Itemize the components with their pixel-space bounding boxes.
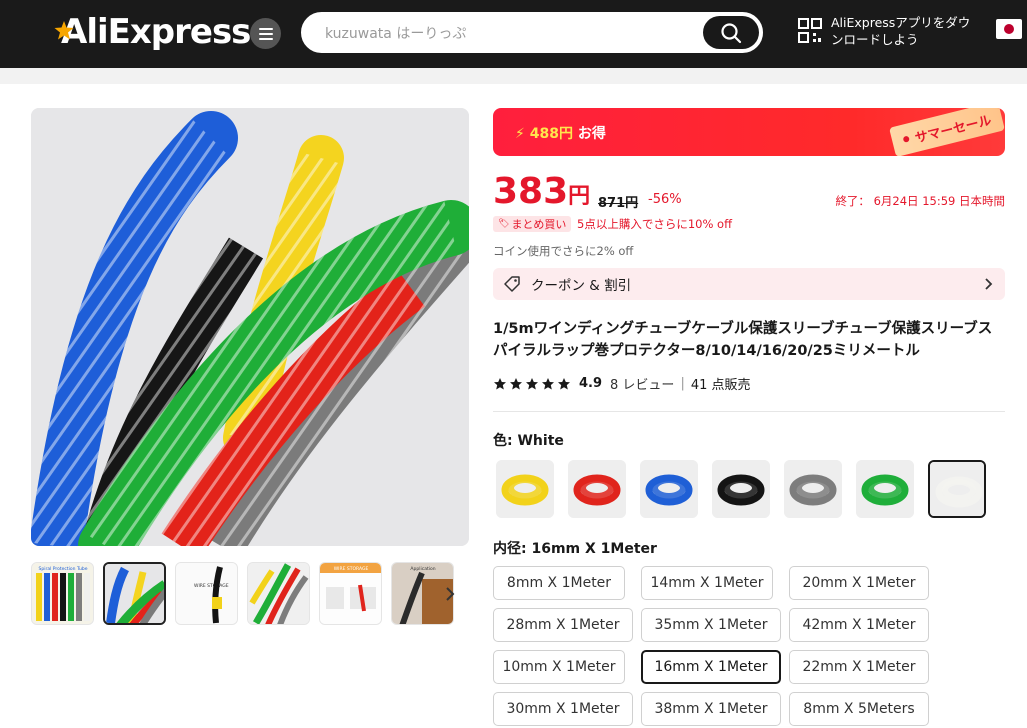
chevron-right-icon[interactable] (444, 586, 456, 602)
size-option-button[interactable]: 8mm X 1Meter (493, 566, 625, 600)
search-icon (721, 22, 742, 43)
size-option-button[interactable]: 35mm X 1Meter (641, 608, 781, 642)
star-icon (558, 377, 570, 389)
thumbnail-5[interactable]: WIRE STORAGE (319, 562, 382, 625)
color-swatch-red[interactable] (568, 460, 626, 518)
summer-sale-tag: サマーセール (889, 108, 1005, 156)
coupon-tag-icon (504, 276, 520, 292)
top-header: AliExpress AliExpressアプリをダウンロードしよう (0, 0, 1027, 68)
bulk-discount-text: 5点以上購入でさらに10% off (577, 217, 732, 231)
section-divider (493, 411, 1005, 412)
tag-icon: 🏷 (498, 219, 510, 229)
spiral-tubes-image (31, 108, 469, 546)
original-price: 871円 (598, 196, 639, 211)
lightning-icon: ⚡ (515, 126, 525, 142)
rating-score: 4.9 (579, 376, 603, 391)
color-swatch-black[interactable] (712, 460, 770, 518)
size-option-button[interactable]: 30mm X 1Meter (493, 692, 633, 726)
menu-button[interactable] (250, 18, 281, 49)
app-download-promo[interactable]: AliExpressアプリをダウンロードしよう (798, 14, 981, 48)
search-button[interactable] (703, 16, 759, 49)
color-swatch-yellow[interactable] (496, 460, 554, 518)
sale-savings: ⚡ 488円 お得 (515, 126, 606, 142)
review-count[interactable]: 8 レビュー (610, 374, 674, 393)
thumb-caption: WIRE STORAGE (194, 583, 229, 589)
star-icon (526, 377, 538, 389)
size-option-button[interactable]: 16mm X 1Meter (641, 650, 781, 684)
size-option-button[interactable]: 28mm X 1Meter (493, 608, 633, 642)
star-icon (542, 377, 554, 389)
size-option-button[interactable]: 42mm X 1Meter (789, 608, 929, 642)
color-swatch-green[interactable] (856, 460, 914, 518)
star-icon (494, 377, 506, 389)
size-option-button[interactable]: 38mm X 1Meter (641, 692, 781, 726)
sale-end-time: 終了： 6月24日 15:59 日本時間 (835, 194, 1005, 208)
coin-discount-text: コイン使用でさらに2% off (493, 244, 634, 258)
discount-percent: -56% (648, 192, 682, 207)
japan-flag-icon[interactable] (996, 19, 1022, 39)
header-subbar (0, 68, 1027, 84)
app-promo-text: AliExpressアプリをダウンロードしよう (831, 15, 971, 47)
main-product-image[interactable] (31, 108, 469, 546)
coupon-label: クーポン & 割引 (531, 278, 632, 294)
aliexpress-logo[interactable]: AliExpress (53, 12, 251, 52)
color-label: 色: White (493, 433, 564, 449)
thumbnail-1[interactable]: Spiral Protection Tube (31, 562, 94, 625)
coupon-row[interactable]: クーポン & 割引 (493, 268, 1005, 300)
thumbnail-strip: Spiral Protection Tube WIRE STORAGE WIRE (31, 562, 469, 626)
thumb-caption: Spiral Protection Tube (39, 566, 88, 572)
selected-color: White (517, 433, 564, 449)
product-title: 1/5mワインディングチューブケーブル保護スリーブチューブ保護スリーブスパイラル… (493, 321, 993, 359)
size-label: 内径: 16mm X 1Meter (493, 541, 657, 557)
color-swatch-gray[interactable] (784, 460, 842, 518)
current-price: 383円 (493, 171, 591, 212)
size-option-button[interactable]: 14mm X 1Meter (641, 566, 773, 600)
qr-code-icon (798, 18, 822, 43)
sold-count: 41 点販売 (690, 378, 751, 393)
sale-banner: ⚡ 488円 お得 サマーセール (493, 108, 1005, 156)
thumb-caption: Application (410, 566, 435, 572)
size-option-button[interactable]: 8mm X 5Meters (789, 692, 929, 726)
size-option-button[interactable]: 10mm X 1Meter (493, 650, 625, 684)
bulk-buy-badge: 🏷 まとめ買い (493, 216, 572, 232)
size-option-button[interactable]: 20mm X 1Meter (789, 566, 929, 600)
star-icon (510, 377, 522, 389)
selected-size: 16mm X 1Meter (531, 541, 657, 557)
thumbnail-3[interactable]: WIRE STORAGE (175, 562, 238, 625)
thumbnail-4[interactable] (247, 562, 310, 625)
rating-separator: | (680, 376, 685, 391)
logo-star-icon (54, 21, 74, 40)
logo-text: AliExpress (61, 12, 251, 52)
search-input[interactable] (325, 23, 705, 45)
color-swatch-blue[interactable] (640, 460, 698, 518)
size-option-button[interactable]: 22mm X 1Meter (789, 650, 929, 684)
search-bar (301, 12, 763, 53)
rating-row[interactable]: 4.9 8 レビュー | 41 点販売 (493, 374, 751, 393)
chevron-right-icon (985, 278, 993, 290)
color-swatch-white[interactable] (928, 460, 986, 518)
thumbnail-2-selected[interactable] (103, 562, 166, 625)
hamburger-icon (258, 27, 273, 40)
thumb-caption: WIRE STORAGE (334, 566, 369, 572)
star-rating (493, 377, 571, 391)
